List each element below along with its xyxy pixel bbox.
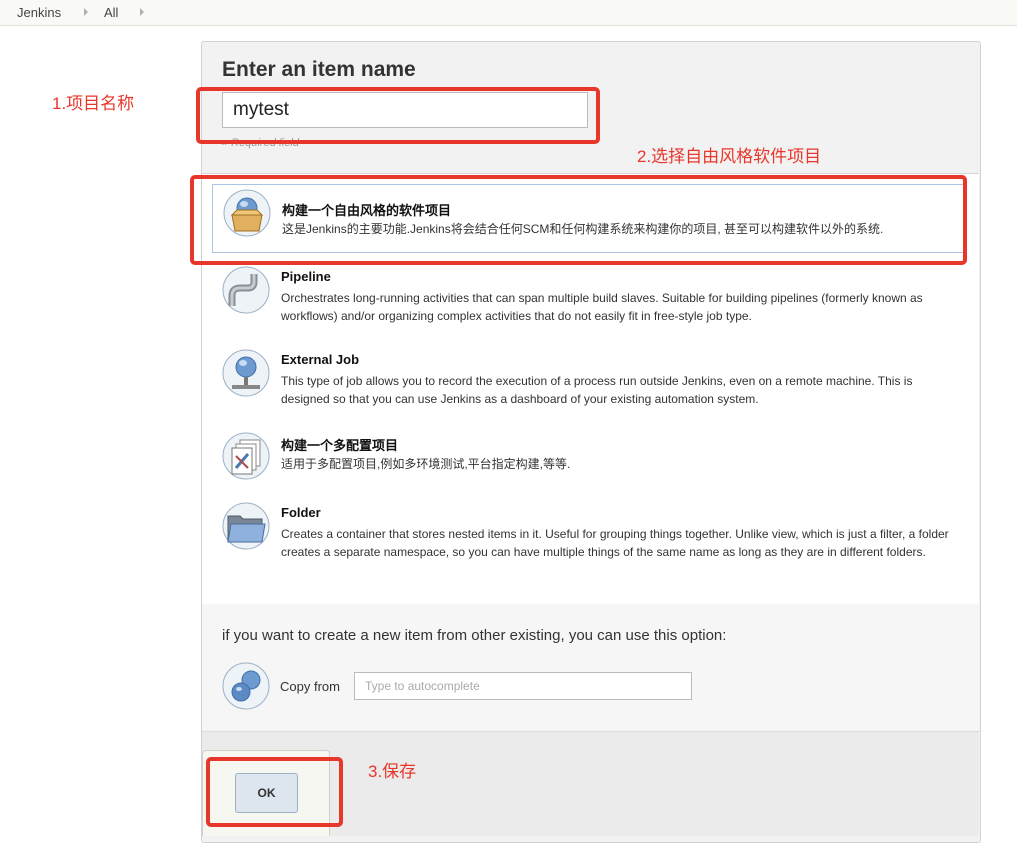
- breadcrumb-jenkins[interactable]: Jenkins: [17, 5, 61, 20]
- multi-config-icon: [222, 432, 270, 480]
- item-type-description: Orchestrates long-running activities tha…: [281, 291, 923, 323]
- annotation-box-item-name: [196, 87, 600, 144]
- copy-globes-icon: [222, 662, 270, 710]
- item-type-title: Folder: [281, 505, 321, 520]
- item-type-multi-config[interactable]: 构建一个多配置项目 适用于多配置项目,例如多环境测试,平台指定构建,等等.: [212, 428, 962, 484]
- copy-section: [202, 604, 979, 730]
- breadcrumb-all[interactable]: All: [104, 5, 118, 20]
- item-type-folder[interactable]: Folder Creates a container that stores n…: [212, 498, 962, 588]
- item-type-description: 适用于多配置项目,例如多环境测试,平台指定构建,等等.: [281, 457, 571, 471]
- item-type-title: 构建一个多配置项目: [281, 438, 399, 453]
- copy-from-input[interactable]: Type to autocomplete: [354, 672, 692, 700]
- folder-icon: [222, 502, 270, 550]
- annotation-step1: 1.项目名称: [52, 94, 135, 113]
- copy-from-label: Copy from: [280, 679, 340, 694]
- annotation-step3: 3.保存: [368, 762, 417, 781]
- annotation-box-ok: [206, 757, 343, 827]
- copy-section-title: if you want to create a new item from ot…: [222, 627, 727, 644]
- network-globe-icon: [222, 349, 270, 397]
- page-title: Enter an item name: [222, 58, 416, 81]
- annotation-box-freestyle: [190, 175, 967, 265]
- annotation-step2: 2.选择自由风格软件项目: [637, 147, 822, 166]
- item-type-pipeline[interactable]: Pipeline Orchestrates long-running activ…: [212, 262, 962, 334]
- pipe-icon: [222, 266, 270, 314]
- item-type-external-job[interactable]: External Job This type of job allows you…: [212, 345, 962, 417]
- item-type-title: Pipeline: [281, 269, 331, 284]
- item-type-title: External Job: [281, 352, 360, 367]
- breadcrumb-separator-icon[interactable]: [84, 8, 88, 16]
- item-type-description: Creates a container that stores nested i…: [281, 527, 949, 559]
- item-type-description: This type of job allows you to record th…: [281, 374, 913, 406]
- breadcrumb: Jenkins All: [0, 0, 1017, 26]
- breadcrumb-separator-icon[interactable]: [140, 8, 144, 16]
